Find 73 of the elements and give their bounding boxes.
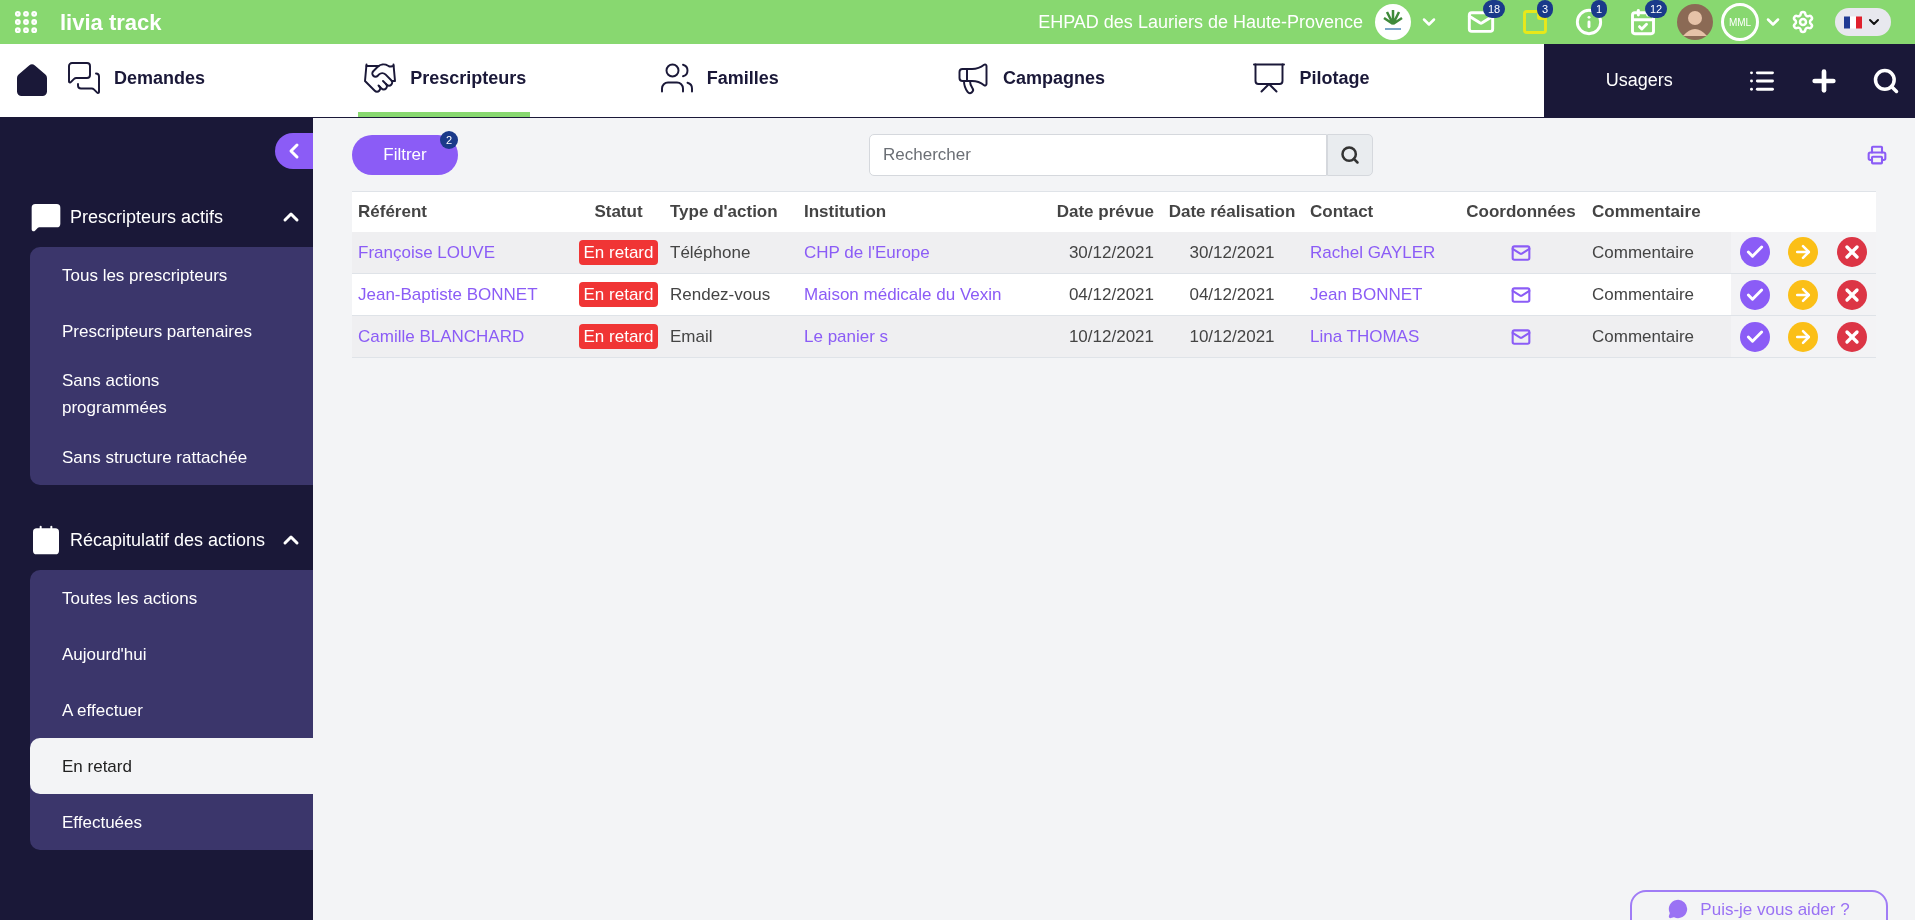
count-badge: 3 <box>1537 0 1554 18</box>
establishment-logo[interactable] <box>1375 4 1411 40</box>
table-link[interactable]: Jean-Baptiste BONNET <box>358 284 538 304</box>
column-header: Référent <box>352 191 571 232</box>
status-badge: En retard <box>578 323 659 349</box>
usagers-link[interactable]: Usagers <box>1605 67 1673 94</box>
count-badge: 1 <box>1591 0 1608 18</box>
filter-count-badge: 2 <box>440 131 458 149</box>
validate-button[interactable] <box>1740 237 1771 268</box>
cancel-button[interactable] <box>1836 321 1867 352</box>
status-badge: En retard <box>578 281 659 307</box>
cancel-button[interactable] <box>1836 237 1867 268</box>
nav-tab[interactable]: Campagnes <box>951 44 1110 117</box>
table-cell: Commentaire <box>1592 326 1695 346</box>
section-title[interactable]: Récapitulatif des actions <box>70 526 266 554</box>
sidebar-item[interactable]: Sans actions programmées <box>30 359 313 429</box>
home-icon[interactable] <box>14 62 50 99</box>
sidebar-item[interactable]: A effectuer <box>30 682 313 738</box>
table-link[interactable]: Rachel GAYLER <box>1310 242 1436 262</box>
column-header: Institution <box>800 191 1038 232</box>
avatar[interactable] <box>1677 4 1713 40</box>
table-cell: Commentaire <box>1592 284 1695 304</box>
table-link[interactable]: Jean BONNET <box>1310 284 1423 304</box>
speech-bubble-icon <box>30 201 62 233</box>
table-cell: Téléphone <box>670 242 751 262</box>
table-link[interactable]: Lina THOMAS <box>1310 326 1420 346</box>
status-badge: En retard <box>578 239 659 265</box>
sidebar-item[interactable]: Toutes les actions <box>30 570 313 626</box>
search-icon <box>1340 145 1360 165</box>
cancel-button[interactable] <box>1836 279 1867 310</box>
table-link[interactable]: Maison médicale du Vexin <box>804 284 1002 304</box>
count-badge: 18 <box>1483 0 1506 18</box>
print-icon[interactable] <box>1867 145 1887 165</box>
search-field[interactable]: Rechercher <box>869 134 1327 176</box>
search-button[interactable] <box>1327 134 1373 176</box>
flag-icon <box>1844 15 1862 29</box>
column-header: Type d'action <box>666 191 800 232</box>
table-link[interactable]: Camille BLANCHARD <box>358 326 525 346</box>
table-cell: Email <box>670 326 713 346</box>
table-cell: 30/12/2021 <box>1068 242 1154 262</box>
sidebar-item[interactable]: Sans structure rattachée <box>30 429 313 485</box>
sidebar-item[interactable]: Tous les prescripteurs <box>30 247 313 303</box>
table-link[interactable]: Françoise LOUVE <box>358 242 495 262</box>
table-cell: Rendez-vous <box>670 284 771 304</box>
language-selector[interactable] <box>1835 8 1891 36</box>
validate-button[interactable] <box>1740 321 1771 352</box>
app-logo: livia track <box>60 8 162 37</box>
table-cell: Commentaire <box>1592 242 1695 262</box>
nav-tab[interactable]: Pilotage <box>1247 44 1374 117</box>
table-link[interactable]: CHP de l'Europe <box>804 242 930 262</box>
section-title[interactable]: Prescripteurs actifs <box>70 203 224 231</box>
table-cell: 04/12/2021 <box>1189 284 1275 304</box>
sidebar-item[interactable]: Prescripteurs partenaires <box>30 303 313 359</box>
count-badge: 12 <box>1645 0 1668 18</box>
table-link[interactable]: Le panier s <box>804 326 889 346</box>
sidebar-item[interactable]: En retard <box>30 738 313 794</box>
column-header: Commentaire <box>1586 191 1731 232</box>
collapse-sidebar-button[interactable] <box>275 133 313 169</box>
nav-tab[interactable]: Familles <box>654 44 783 117</box>
column-header: Date prévue <box>1038 191 1158 232</box>
column-header: Contact <box>1306 191 1456 232</box>
sidebar-item[interactable]: Effectuées <box>30 794 313 850</box>
validate-button[interactable] <box>1740 279 1771 310</box>
search-icon[interactable] <box>1871 66 1900 95</box>
column-header: Coordonnées <box>1456 191 1586 232</box>
column-header: Statut <box>571 191 666 232</box>
table-cell: 10/12/2021 <box>1189 326 1275 346</box>
table-cell: 30/12/2021 <box>1189 242 1275 262</box>
sidebar-item[interactable]: Aujourd'hui <box>30 626 313 682</box>
table-cell: 10/12/2021 <box>1068 326 1154 346</box>
column-header: Date réalisation <box>1158 191 1306 232</box>
table-cell: 04/12/2021 <box>1068 284 1154 304</box>
nav-tab[interactable]: Demandes <box>61 44 209 117</box>
